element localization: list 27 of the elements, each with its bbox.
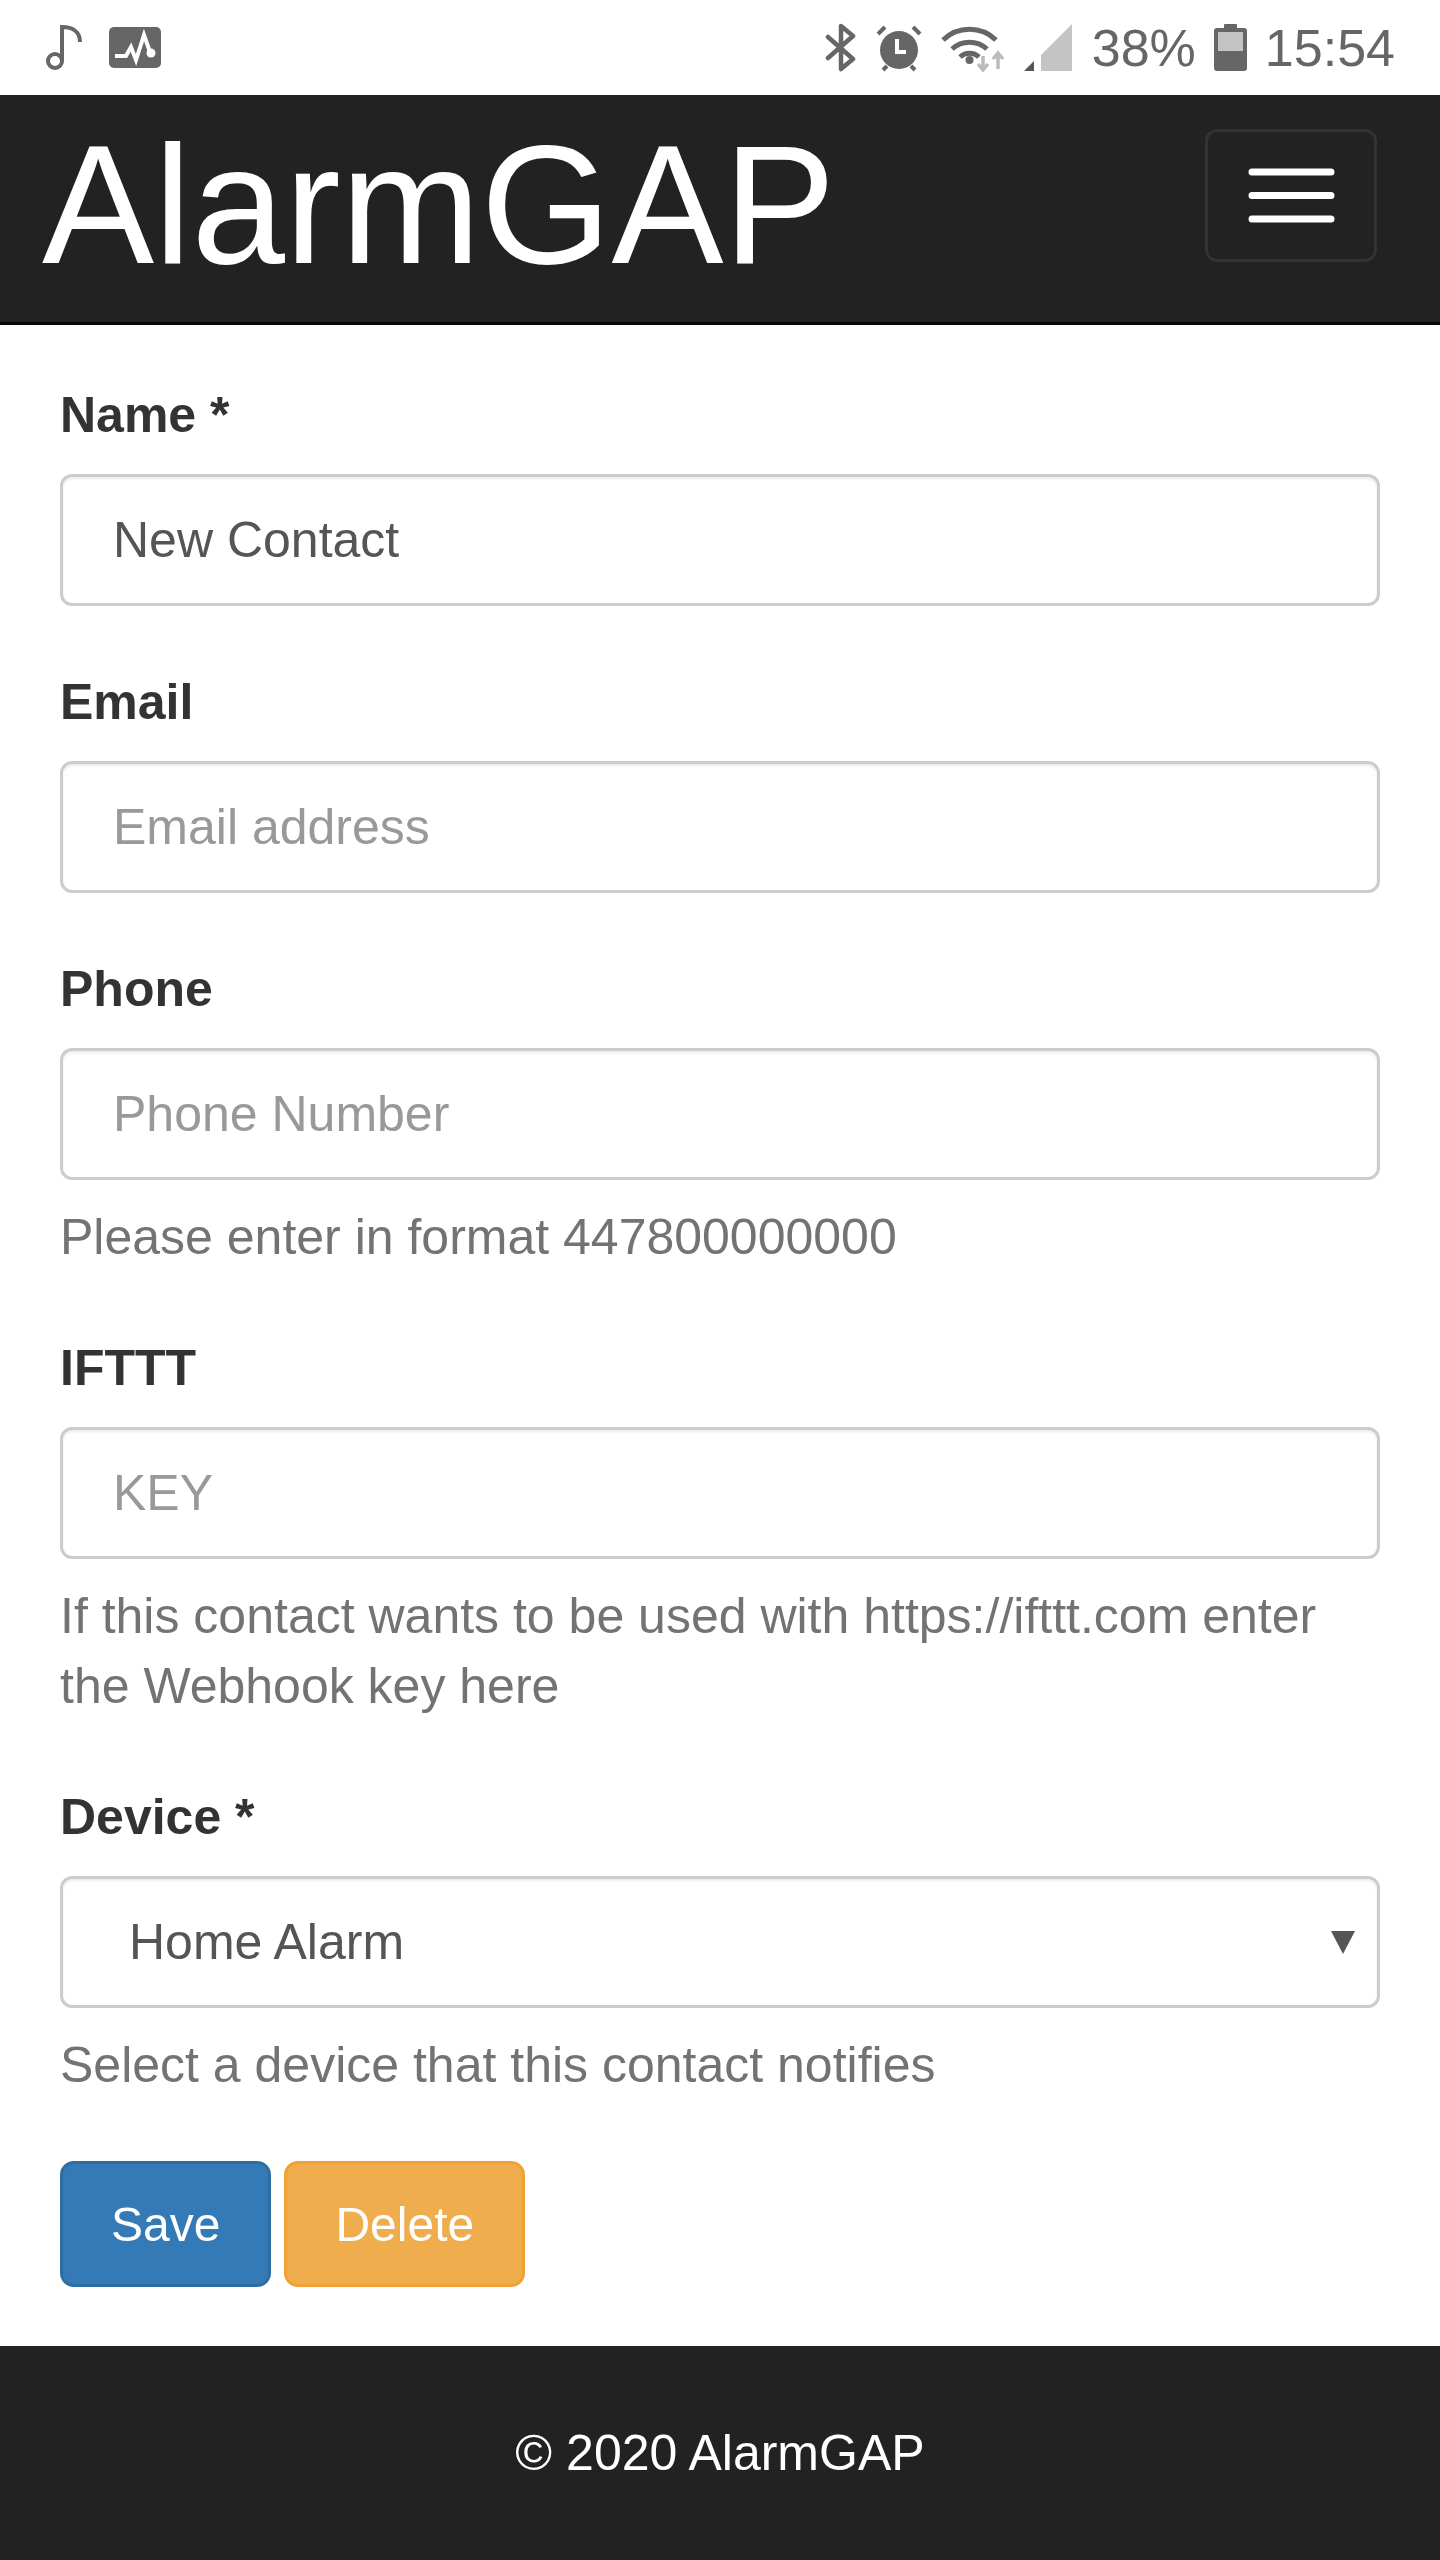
menu-button[interactable] [1205, 129, 1377, 262]
text-field[interactable]: Email address [60, 761, 1380, 893]
pulse-icon [109, 27, 161, 68]
field-label: IFTTT [60, 1339, 198, 1398]
music-note-icon [45, 24, 82, 71]
help-text: Please enter in format 447800000000 [60, 1208, 898, 1267]
help-text: Select a device that this contact notifies [60, 2036, 937, 2095]
save-button[interactable]: Save [60, 2161, 272, 2287]
field-label: Phone [60, 960, 214, 1019]
copyright-text: © 2020 AlarmGAP [515, 2428, 925, 2478]
battery-percent: 38% [1091, 21, 1196, 74]
text-field[interactable]: New Contact [60, 474, 1380, 606]
field-label: Device * [60, 1788, 256, 1847]
field-label: Email [60, 673, 195, 732]
brand-link[interactable]: AlarmGAP [42, 120, 836, 289]
caret-icon [1331, 1930, 1355, 1954]
alarm-clock-icon [874, 23, 923, 72]
help-text: If this contact wants to be used with https://ifttt.com enter the Webhook key here [60, 1587, 1318, 1716]
signal-icon [1023, 24, 1072, 71]
field-label: Name * [60, 386, 231, 445]
clock-time: 15:54 [1264, 21, 1395, 74]
text-field[interactable]: Phone Number [60, 1048, 1380, 1180]
text-field[interactable]: KEY [60, 1427, 1380, 1559]
battery-icon [1213, 24, 1247, 71]
bluetooth-icon [824, 23, 857, 72]
dropdown-select[interactable]: Home Alarm [60, 1876, 1380, 2008]
menu-icon [1247, 168, 1335, 223]
